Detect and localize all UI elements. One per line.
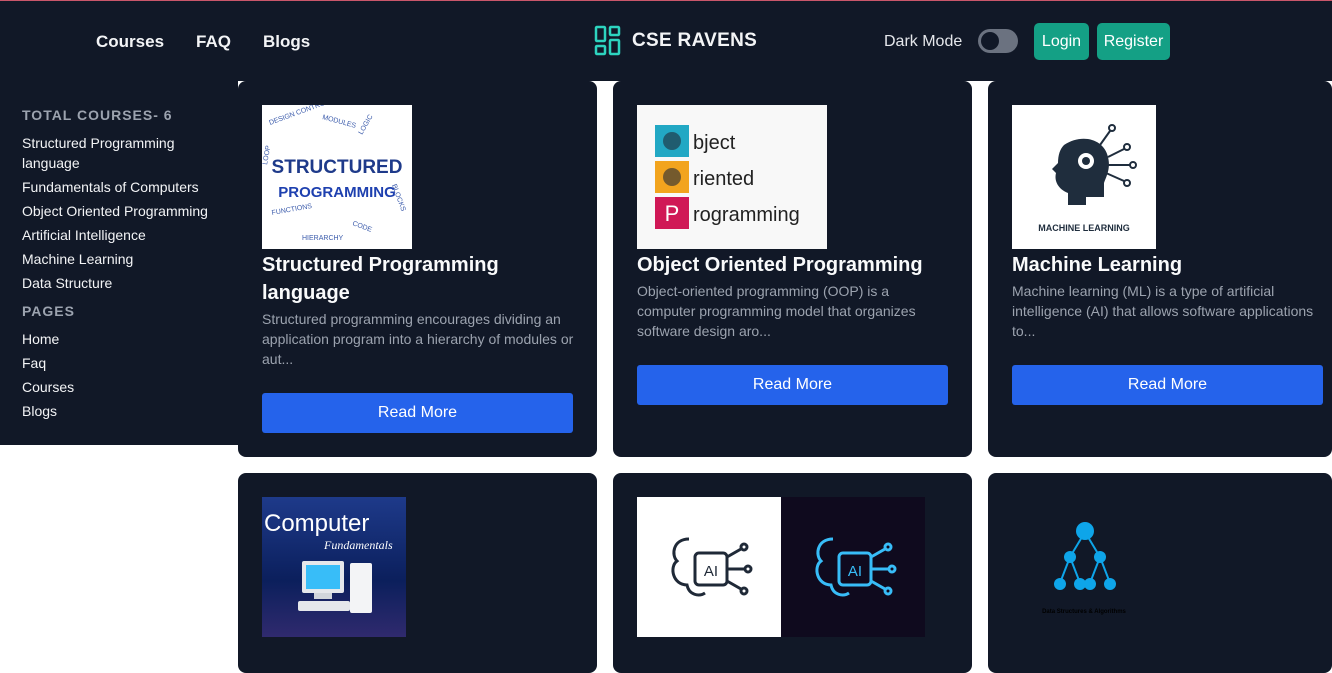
- svg-text:LOGIC: LOGIC: [358, 114, 375, 136]
- structured-image-subtitle: PROGRAMMING: [278, 184, 396, 201]
- computer-fundamentals-image: Computer Fundamentals: [262, 497, 406, 637]
- course-card-ml: MACHINE LEARNING Machine Learning Machin…: [988, 81, 1332, 457]
- dashboard-logo-icon: [594, 25, 621, 56]
- svg-text:FUNCTIONS: FUNCTIONS: [271, 203, 313, 217]
- read-more-button[interactable]: Read More: [262, 393, 573, 433]
- oop-letter-p: P: [665, 201, 680, 226]
- card-title: Object Oriented Programming: [637, 254, 923, 276]
- sidebar: TOTAL COURSES- 6 Structured Programming …: [0, 81, 238, 445]
- sidebar-course-item[interactable]: Fundamentals of Computers: [22, 177, 212, 197]
- sidebar-pages-list: Home Faq Courses Blogs: [22, 329, 238, 421]
- structured-image-title: STRUCTURED: [272, 157, 403, 178]
- dark-mode-toggle[interactable]: [978, 29, 1018, 53]
- tree-structure-icon: [1054, 522, 1116, 590]
- ai-label-dark: AI: [848, 563, 862, 580]
- oop-line-2: riented: [693, 168, 754, 190]
- computer-image-subtitle: Fundamentals: [323, 538, 393, 552]
- nav-faq-link[interactable]: FAQ: [196, 32, 231, 52]
- course-card-data-structure: Data Structures & Algorithms: [988, 473, 1332, 673]
- structured-programming-image: DESIGN CONTROL MODULES LOGIC FUNCTIONS C…: [262, 105, 412, 249]
- sidebar-course-item[interactable]: Artificial Intelligence: [22, 225, 212, 245]
- dark-mode-label: Dark Mode: [884, 33, 963, 50]
- sidebar-page-courses[interactable]: Courses: [22, 377, 212, 397]
- total-courses-heading: TOTAL COURSES- 6: [22, 107, 173, 123]
- sidebar-page-blogs[interactable]: Blogs: [22, 401, 212, 421]
- course-card-structured: DESIGN CONTROL MODULES LOGIC FUNCTIONS C…: [238, 81, 597, 457]
- machine-learning-image: MACHINE LEARNING: [1012, 105, 1156, 249]
- sidebar-page-faq[interactable]: Faq: [22, 353, 212, 373]
- login-button[interactable]: Login: [1034, 23, 1089, 60]
- oop-line-1: bject: [693, 132, 736, 154]
- svg-text:HIERARCHY: HIERARCHY: [302, 235, 344, 242]
- card-description: Object-oriented programming (OOP) is a c…: [637, 283, 916, 339]
- navbar: Courses FAQ Blogs CSE RAVENS Dark Mode L…: [0, 1, 1332, 81]
- data-structure-image: Data Structures & Algorithms: [1012, 497, 1156, 637]
- course-card-oop: P bject riented rogramming Object Orient…: [613, 81, 972, 457]
- toggle-knob: [981, 32, 999, 50]
- sidebar-course-item[interactable]: Machine Learning: [22, 249, 212, 269]
- course-card-computer-fundamentals: Computer Fundamentals: [238, 473, 597, 673]
- card-description: Structured programming encourages dividi…: [262, 311, 574, 367]
- head-profile-icon: [1052, 138, 1109, 205]
- ai-label-light: AI: [704, 563, 718, 580]
- course-card-ai: AI AI: [613, 473, 972, 673]
- nav-links: Courses FAQ Blogs: [96, 32, 310, 52]
- brand-logo[interactable]: CSE RAVENS: [594, 25, 757, 57]
- nav-courses-link[interactable]: Courses: [96, 32, 164, 52]
- oop-line-3: rogramming: [693, 204, 800, 226]
- ml-image-label: MACHINE LEARNING: [1038, 223, 1130, 233]
- card-title: Structured Programming language: [262, 254, 499, 304]
- card-description: Machine learning (ML) is a type of artif…: [1012, 283, 1314, 339]
- ai-image: AI AI: [637, 497, 925, 637]
- ds-image-label: Data Structures & Algorithms: [1042, 609, 1126, 615]
- pages-heading: PAGES: [22, 303, 75, 319]
- brand-name: CSE RAVENS: [632, 30, 758, 51]
- svg-text:MODULES: MODULES: [321, 114, 357, 130]
- svg-text:DESIGN CONTROL: DESIGN CONTROL: [268, 105, 330, 127]
- oop-image: P bject riented rogramming: [637, 105, 827, 249]
- sidebar-course-list: Structured Programming language Fundamen…: [22, 133, 238, 293]
- svg-text:CODE: CODE: [351, 220, 373, 234]
- sidebar-course-item[interactable]: Structured Programming language: [22, 133, 212, 173]
- read-more-button[interactable]: Read More: [637, 365, 948, 405]
- sidebar-page-home[interactable]: Home: [22, 329, 212, 349]
- nav-blogs-link[interactable]: Blogs: [263, 32, 310, 52]
- computer-image-title: Computer: [264, 510, 369, 537]
- register-button[interactable]: Register: [1097, 23, 1170, 60]
- read-more-button[interactable]: Read More: [1012, 365, 1323, 405]
- desktop-computer-icon: [298, 561, 372, 613]
- sidebar-course-item[interactable]: Data Structure: [22, 273, 212, 293]
- card-title: Machine Learning: [1012, 254, 1183, 276]
- sidebar-course-item[interactable]: Object Oriented Programming: [22, 201, 212, 221]
